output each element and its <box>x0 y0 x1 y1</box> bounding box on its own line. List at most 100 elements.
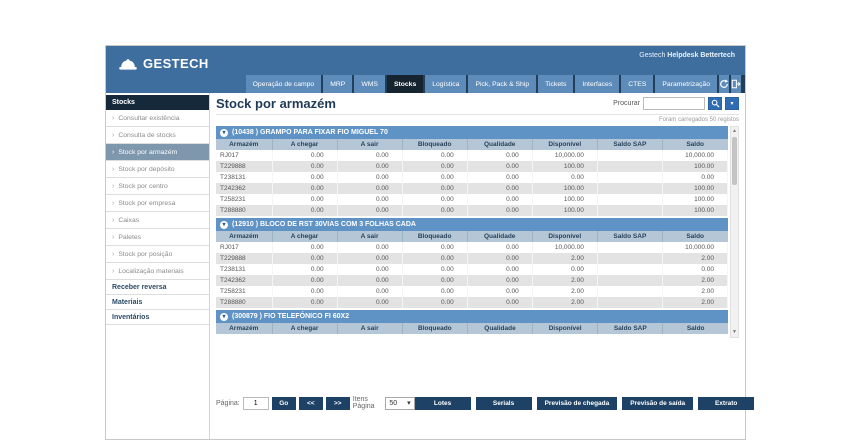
cell: 0.00 <box>402 242 467 253</box>
cell: 2.00 <box>532 275 597 286</box>
cell: RJ017 <box>216 150 272 161</box>
refresh-button[interactable] <box>719 75 729 93</box>
action-button-previs-o-de-sa-da[interactable]: Previsão de saída <box>622 397 693 410</box>
next-page-button[interactable]: >> <box>326 397 350 410</box>
sidebar-item-label: Paletes <box>118 234 141 241</box>
sidebar-item-stock-por-dep-sito[interactable]: ›Stock por depósito <box>106 161 209 178</box>
content-area: Stocks ›Consultar existência›Consulta de… <box>106 93 745 439</box>
sidebar-item-label: Stock por centro <box>118 183 168 190</box>
collapse-icon[interactable]: ▾ <box>220 313 228 321</box>
cell: T288880 <box>216 297 272 308</box>
sidebar-item-caixas[interactable]: ›Caixas <box>106 212 209 229</box>
sidebar-item-stock-por-empresa[interactable]: ›Stock por empresa <box>106 195 209 212</box>
tab-opera-o-de-campo[interactable]: Operação de campo <box>246 75 322 93</box>
column-header: A sair <box>337 139 402 150</box>
group-header[interactable]: ▾(300879 ) FIO TELEFÓNICO FI 60X2 <box>216 310 728 323</box>
column-header-row: ArmazémA chegarA sairBloqueadoQualidadeD… <box>216 323 728 334</box>
cell: T238131 <box>216 172 272 183</box>
sidebar-item-consulta-de-stocks[interactable]: ›Consulta de stocks <box>106 127 209 144</box>
cell: 0.00 <box>272 172 337 183</box>
table-row: T2582310.000.000.000.00100.00100.00 <box>216 194 728 205</box>
column-header-row: ArmazémA chegarA sairBloqueadoQualidadeD… <box>216 231 728 242</box>
column-header: Armazém <box>216 231 272 242</box>
sidebar-section-materiais[interactable]: Materiais <box>106 295 209 310</box>
scroll-down-icon[interactable]: ▼ <box>731 328 738 337</box>
tab-parametriza-o[interactable]: Parametrização <box>655 75 717 93</box>
sidebar-item-label: Stock por depósito <box>118 166 174 173</box>
prev-page-button[interactable]: << <box>299 397 323 410</box>
tab-wms[interactable]: WMS <box>354 75 385 93</box>
chevron-right-icon: › <box>112 251 114 258</box>
main-panel: Stock por armazém Procurar ▾ Foram c <box>210 93 745 439</box>
cell: T258231 <box>216 286 272 297</box>
sidebar-item-consultar-exist-ncia[interactable]: ›Consultar existência <box>106 110 209 127</box>
column-header: A sair <box>337 231 402 242</box>
table-scrollbar[interactable]: ▲ ▼ <box>730 126 739 338</box>
cell: 0.00 <box>272 194 337 205</box>
collapse-icon[interactable]: ▾ <box>220 129 228 137</box>
cell: 2.00 <box>532 253 597 264</box>
stock-table-region: ▾(10438 ) GRAMPO PARA FIXAR FIO MIGUEL 7… <box>216 126 739 338</box>
stock-table: ArmazémA chegarA sairBloqueadoQualidadeD… <box>216 323 728 334</box>
sidebar-menu: ›Consultar existência›Consulta de stocks… <box>106 110 209 280</box>
group-header[interactable]: ▾(12910 ) BLOCO DE RST 30VIAS COM 3 FOLH… <box>216 218 728 231</box>
items-per-page-value: 50 <box>389 400 397 407</box>
cell: 0.00 <box>662 264 727 275</box>
cell: 0.00 <box>272 150 337 161</box>
tab-ctes[interactable]: CTES <box>621 75 653 93</box>
cell: 0.00 <box>467 297 532 308</box>
column-header: Bloqueado <box>402 231 467 242</box>
search-button[interactable] <box>708 97 722 110</box>
sidebar-item-paletes[interactable]: ›Paletes <box>106 229 209 246</box>
action-button-serials[interactable]: Serials <box>476 397 532 410</box>
logout-button[interactable] <box>731 75 741 93</box>
sidebar-item-label: Stock por empresa <box>118 200 175 207</box>
cell: T229888 <box>216 161 272 172</box>
items-per-page-select[interactable]: 50 ▾ <box>385 397 414 410</box>
stock-group: ▾(10438 ) GRAMPO PARA FIXAR FIO MIGUEL 7… <box>216 126 728 216</box>
search-options-button[interactable]: ▾ <box>725 97 739 110</box>
account-name: Helpdesk Bettertech <box>667 52 735 59</box>
column-header: Saldo <box>662 139 727 150</box>
page-input[interactable] <box>243 397 269 410</box>
cell: 0.00 <box>272 297 337 308</box>
tab-mrp[interactable]: MRP <box>323 75 352 93</box>
app-window: GESTECH Gestech Helpdesk Bettertech Oper… <box>105 45 746 440</box>
action-button-lotes[interactable]: Lotes <box>415 397 471 410</box>
cell: 0.00 <box>272 264 337 275</box>
sidebar-item-stock-por-centro[interactable]: ›Stock por centro <box>106 178 209 195</box>
action-button-previs-o-de-chegada[interactable]: Previsão de chegada <box>537 397 618 410</box>
column-header: Saldo SAP <box>598 323 663 334</box>
scroll-up-icon[interactable]: ▲ <box>731 127 738 136</box>
sidebar-item-label: Localização materiais <box>118 268 183 275</box>
cell: 10,000.00 <box>532 242 597 253</box>
go-button[interactable]: Go <box>272 397 296 410</box>
sidebar-section-invent-rios[interactable]: Inventários <box>106 310 209 325</box>
cell: 0.00 <box>467 253 532 264</box>
sidebar-item-label: Stock por armazém <box>118 149 177 156</box>
tab-pick-pack-ship[interactable]: Pick, Pack & Ship <box>468 75 536 93</box>
select-caret-icon: ▾ <box>407 399 411 407</box>
page-label: Página: <box>216 400 240 407</box>
tab-tickets[interactable]: Tickets <box>538 75 573 93</box>
cell <box>597 275 662 286</box>
action-button-extrato[interactable]: Extrato <box>698 397 754 410</box>
cell: 0.00 <box>337 172 402 183</box>
scrollbar-thumb[interactable] <box>732 137 737 185</box>
search-input[interactable] <box>643 97 705 110</box>
cell: 0.00 <box>337 253 402 264</box>
sidebar-item-stock-por-armaz-m[interactable]: ›Stock por armazém <box>106 144 209 161</box>
app-header: GESTECH Gestech Helpdesk Bettertech Oper… <box>106 46 745 93</box>
sidebar-item-stock-por-posi-o[interactable]: ›Stock por posição <box>106 246 209 263</box>
sidebar-section-receber-reversa[interactable]: Receber reversa <box>106 280 209 295</box>
tab-interfaces[interactable]: Interfaces <box>575 75 619 93</box>
group-header[interactable]: ▾(10438 ) GRAMPO PARA FIXAR FIO MIGUEL 7… <box>216 126 728 139</box>
cell: 100.00 <box>532 161 597 172</box>
sidebar-item-localiza-o-materiais[interactable]: ›Localização materiais <box>106 263 209 280</box>
tab-log-stica[interactable]: Logística <box>425 75 466 93</box>
items-per-page-label: Itens Página <box>353 396 383 410</box>
stock-group: ▾(12910 ) BLOCO DE RST 30VIAS COM 3 FOLH… <box>216 218 728 308</box>
tab-stocks[interactable]: Stocks <box>387 75 423 93</box>
logo: GESTECH <box>118 56 209 71</box>
collapse-icon[interactable]: ▾ <box>220 221 228 229</box>
